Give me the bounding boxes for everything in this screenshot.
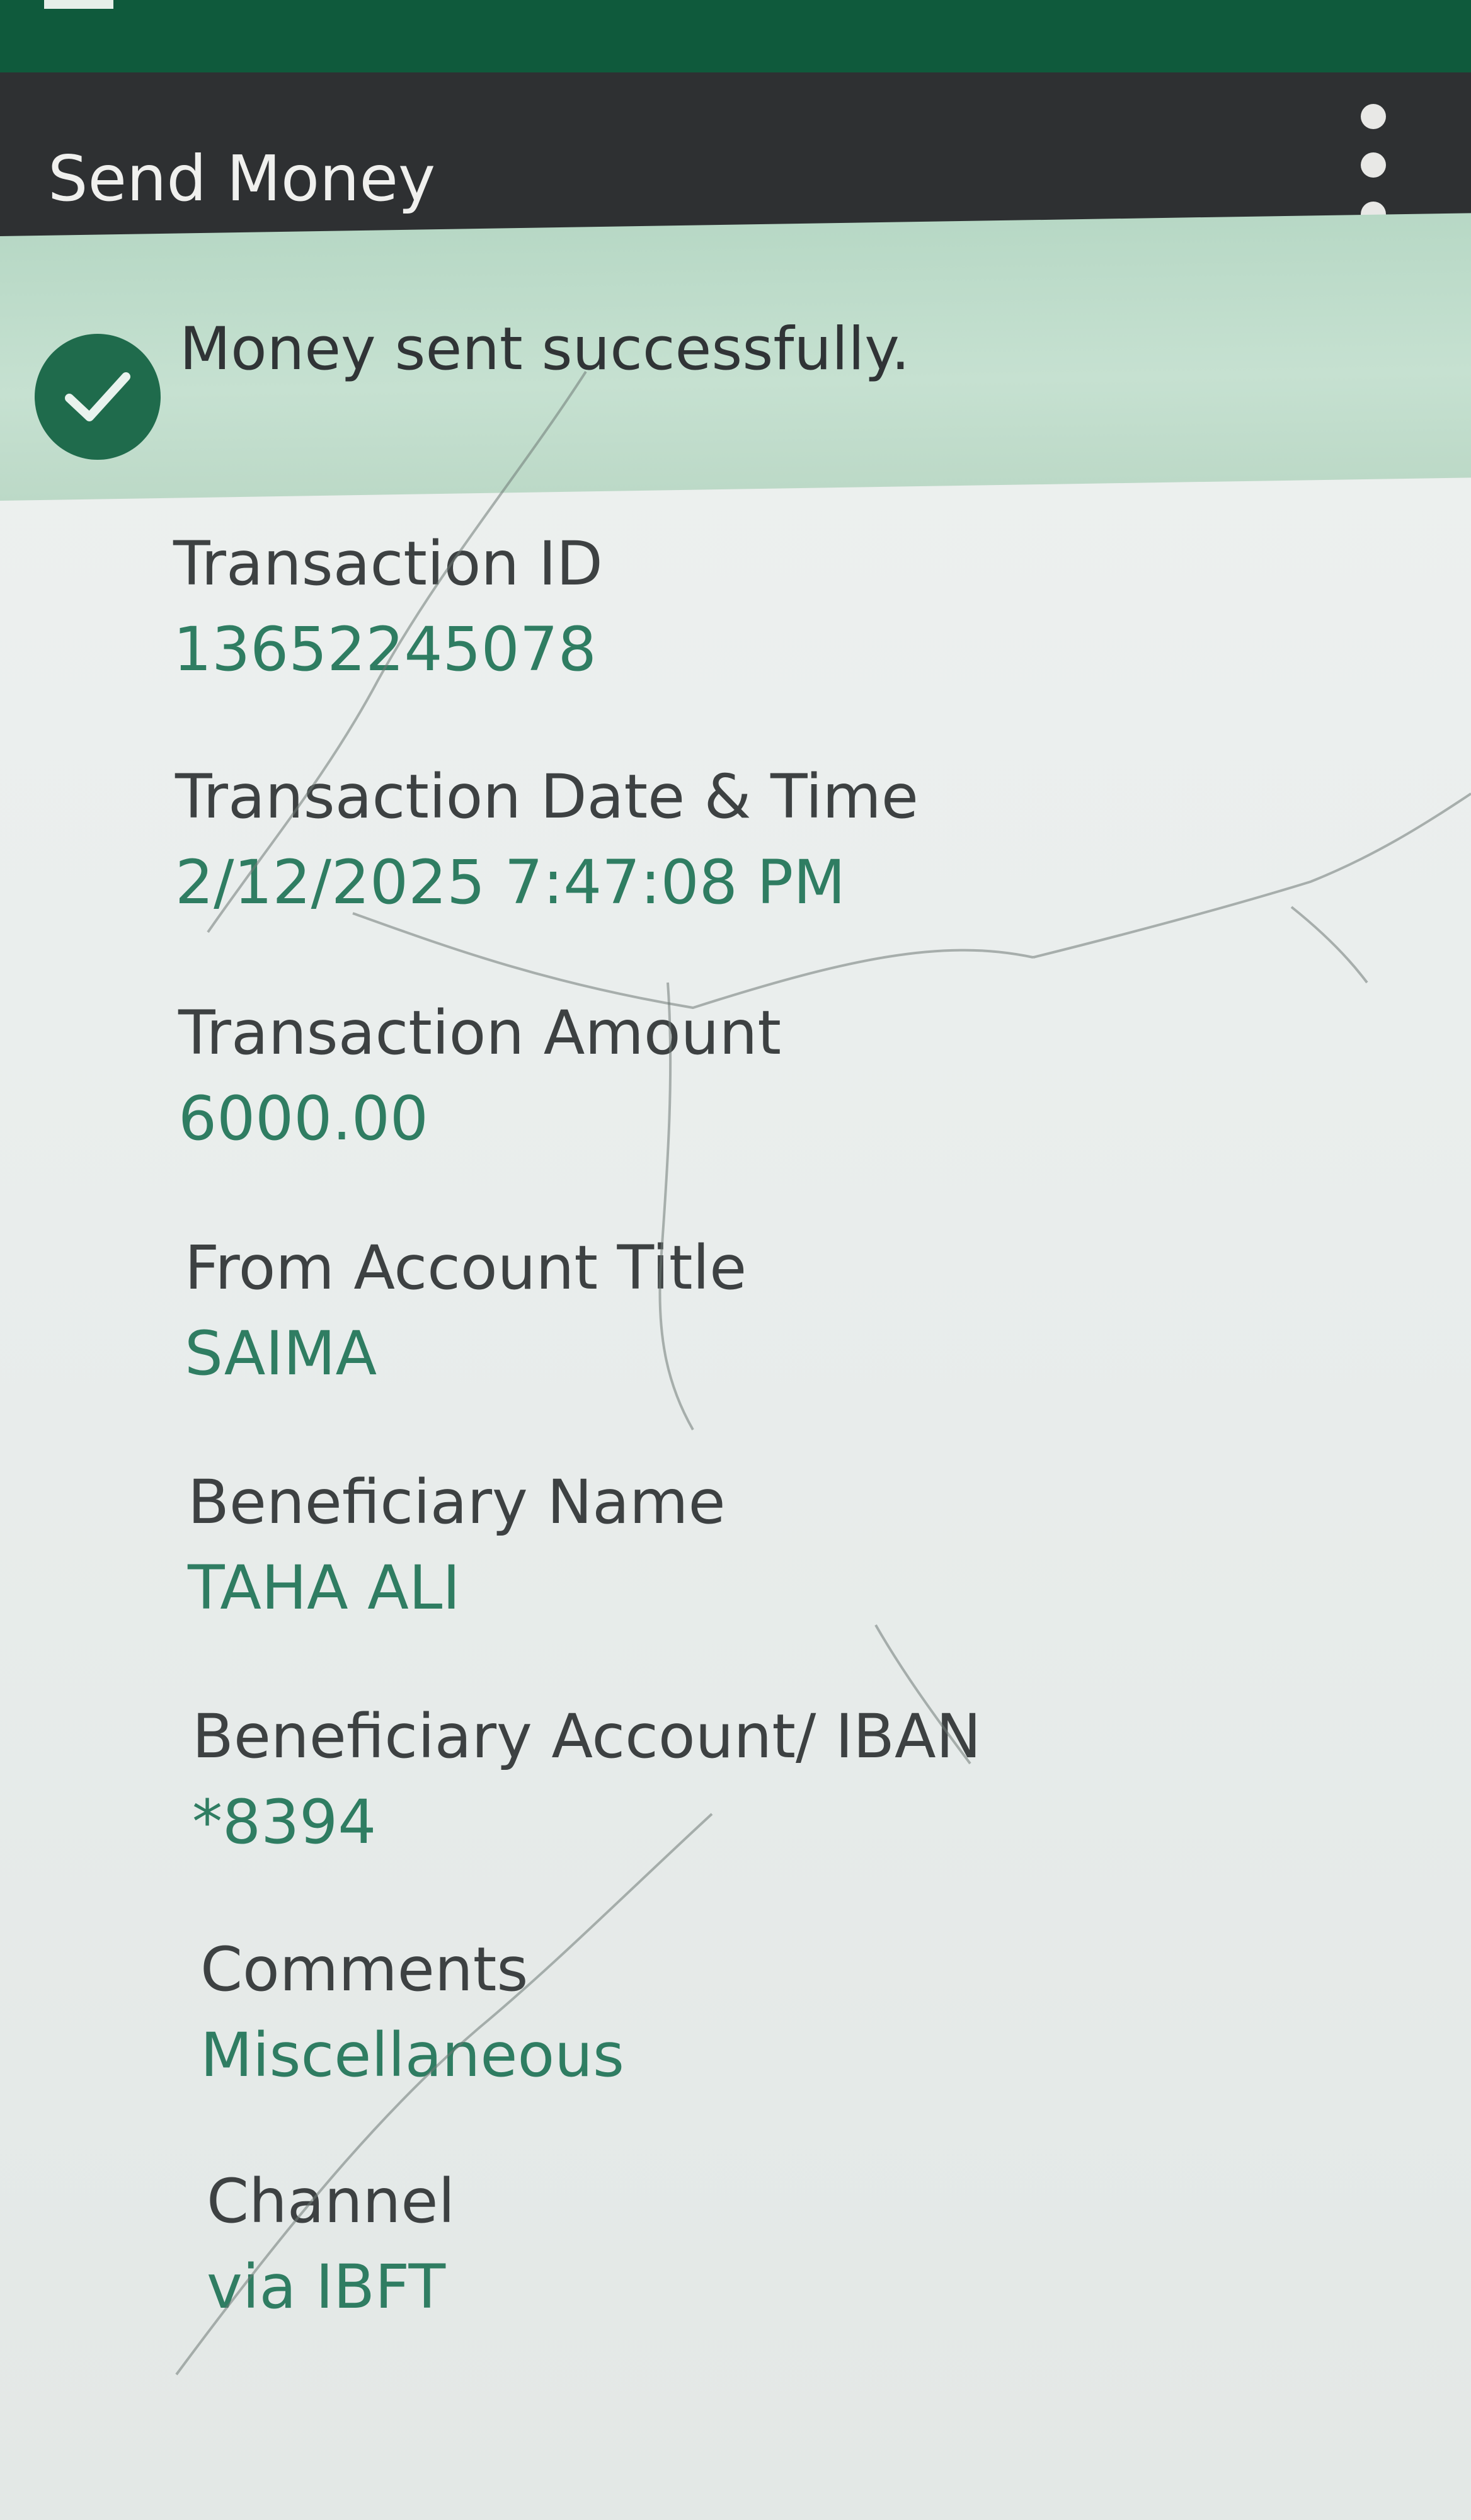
checkmark-circle-icon [35,334,161,460]
detail-transaction-date-time: Transaction Date & Time 2/12/2025 7:47:0… [175,756,919,932]
detail-value: via IBFT [207,2252,446,2322]
detail-comments: Comments Miscellaneous [200,1929,624,2105]
detail-beneficiary-name: Beneficiary Name TAHA ALI [188,1461,726,1638]
page-title: Send Money [48,142,436,215]
detail-value: 6000.00 [178,1083,428,1154]
detail-beneficiary-account-iban: Beneficiary Account/ IBAN *8394 [192,1696,982,1872]
detail-value: SAIMA [185,1318,377,1389]
detail-label: Transaction Date & Time [175,761,919,832]
brand-bar [0,0,1471,72]
kebab-dot [1361,152,1386,178]
detail-label: From Account Title [185,1233,747,1303]
kebab-dot [1361,104,1386,129]
detail-label: Beneficiary Name [188,1467,726,1537]
success-message: Money sent successfully. [180,315,910,384]
detail-label: Channel [207,2166,455,2237]
detail-value: 13652245078 [173,614,597,685]
detail-channel: Channel via IBFT [207,2160,455,2337]
detail-value: *8394 [192,1787,377,1857]
detail-transaction-amount: Transaction Amount 6000.00 [178,992,781,1168]
detail-label: Transaction ID [173,528,603,599]
detail-value: Miscellaneous [200,2020,625,2090]
detail-from-account-title: From Account Title SAIMA [185,1227,747,1403]
hamburger-menu-icon[interactable] [44,0,113,9]
detail-label: Comments [200,1934,529,2005]
detail-value: 2/12/2025 7:47:08 PM [175,847,846,918]
detail-label: Beneficiary Account/ IBAN [192,1701,982,1772]
detail-transaction-id: Transaction ID 13652245078 [173,523,603,699]
detail-value: TAHA ALI [188,1553,461,1623]
detail-label: Transaction Amount [178,998,781,1068]
screen: Send Money Money sent successfully. Tran… [0,0,1471,2520]
